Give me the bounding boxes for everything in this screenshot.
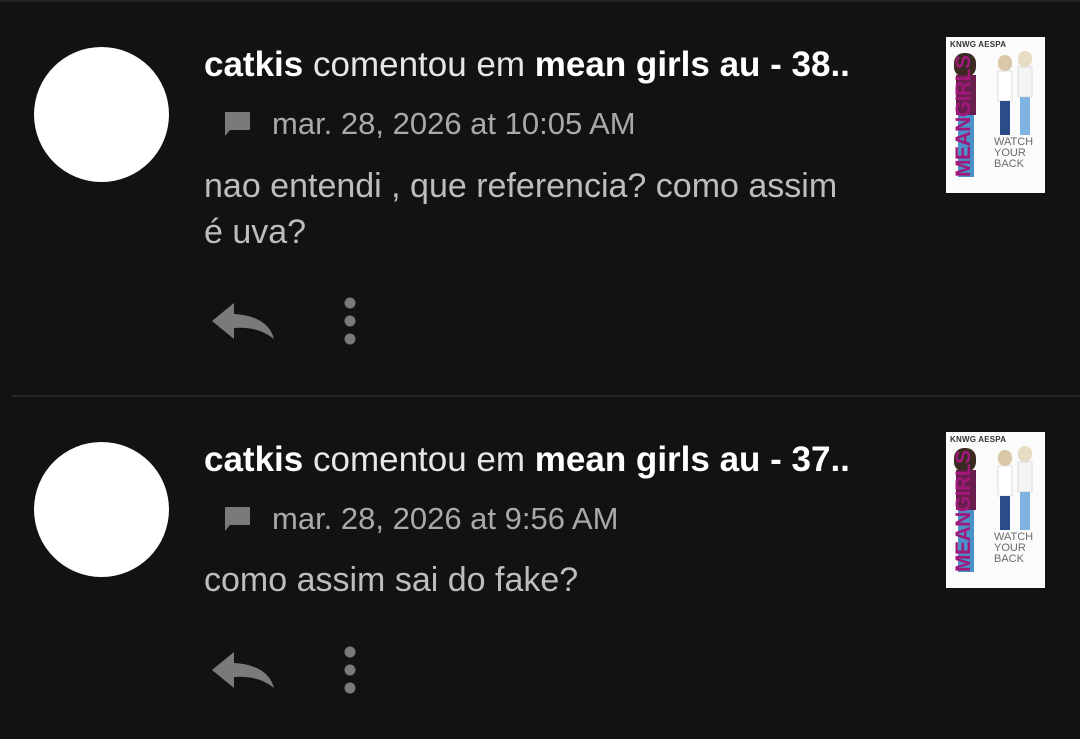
- thumbnail-tagline: WATCH YOUR BACK: [994, 531, 1034, 565]
- reply-icon[interactable]: [210, 299, 276, 343]
- notification-headline: catkis comentou em mean girls au - 37..: [204, 439, 904, 481]
- username[interactable]: catkis: [204, 440, 303, 479]
- notification-item[interactable]: catkis comentou em mean girls au - 38.. …: [0, 0, 1080, 396]
- comment-meta: mar. 28, 2026 at 9:56 AM: [222, 499, 618, 539]
- username[interactable]: catkis: [204, 45, 303, 84]
- thumbnail-title: MEANGIRLS: [952, 55, 975, 178]
- timestamp: mar. 28, 2026 at 10:05 AM: [272, 106, 636, 141]
- action-verb: comentou em: [312, 45, 526, 84]
- timestamp: mar. 28, 2026 at 9:56 AM: [272, 501, 619, 536]
- notification-headline: catkis comentou em mean girls au - 38..: [204, 44, 904, 86]
- comment-icon: [225, 507, 250, 531]
- avatar[interactable]: [34, 47, 169, 182]
- notification-item[interactable]: catkis comentou em mean girls au - 37.. …: [0, 397, 1080, 739]
- reply-icon[interactable]: [210, 648, 276, 692]
- comment-meta: mar. 28, 2026 at 10:05 AM: [222, 104, 636, 144]
- more-vertical-icon[interactable]: [340, 644, 360, 696]
- story-title-link[interactable]: mean girls au - 38..: [535, 45, 850, 84]
- thumbnail-brand: KNWG AESPA: [950, 40, 1007, 49]
- comment-text: como assim sai do fake?: [204, 561, 579, 599]
- more-vertical-icon[interactable]: [340, 295, 360, 347]
- story-thumbnail[interactable]: KNWG AESPA MEANGIRLS WATCH YOUR BACK: [946, 37, 1045, 193]
- thumbnail-title: MEANGIRLS: [952, 450, 975, 573]
- action-verb: comentou em: [312, 440, 526, 479]
- avatar[interactable]: [34, 442, 169, 577]
- story-thumbnail[interactable]: KNWG AESPA MEANGIRLS WATCH YOUR BACK: [946, 432, 1045, 588]
- thumbnail-tagline: WATCH YOUR BACK: [994, 136, 1034, 170]
- story-title-link[interactable]: mean girls au - 37..: [535, 440, 850, 479]
- comment-icon: [225, 112, 250, 136]
- comment-text: nao entendi , que referencia? como assim…: [204, 167, 838, 251]
- comment-actions: [210, 291, 360, 351]
- comment-actions: [210, 640, 360, 700]
- thumbnail-brand: KNWG AESPA: [950, 435, 1007, 444]
